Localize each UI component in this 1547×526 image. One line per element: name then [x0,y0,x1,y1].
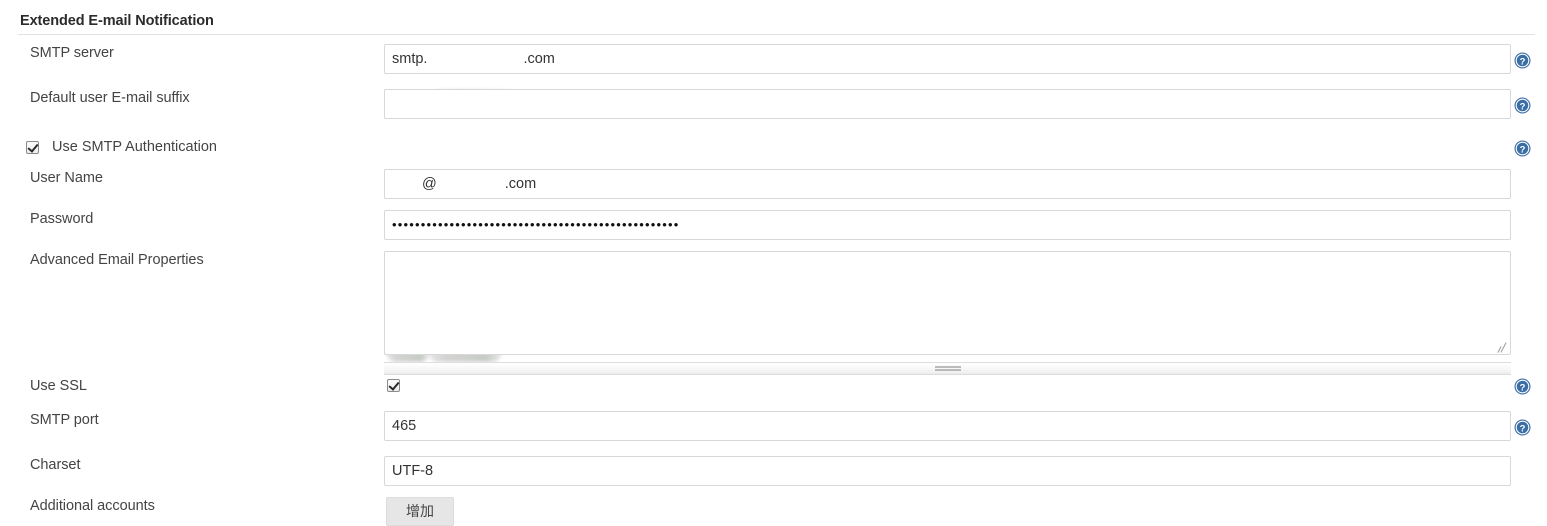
help-circle-icon[interactable]: ? [1514,378,1531,395]
resize-handle-icon[interactable] [1495,341,1507,353]
use-smtp-auth-checkbox[interactable] [26,141,39,154]
user-name-value-suffix: .com [504,176,537,192]
help-circle-icon[interactable]: ? [1514,52,1531,69]
label-use-smtp-auth: Use SMTP Authentication [52,139,217,155]
smtp-port-input[interactable]: 465 [384,411,1511,441]
label-charset: Charset [30,457,81,473]
svg-text:?: ? [1520,56,1526,67]
add-account-button[interactable]: 增加 [386,497,454,526]
smtp-server-value-suffix: .com [523,51,555,67]
label-use-ssl: Use SSL [30,378,87,394]
label-additional-accounts: Additional accounts [30,498,155,514]
settings-panel: Extended E-mail Notification SMTP server… [0,0,1547,526]
label-default-suffix: Default user E-mail suffix [30,90,190,106]
label-password: Password [30,211,94,227]
user-name-at-symbol: @ [422,176,437,192]
drag-grip-icon [934,366,961,371]
help-circle-icon[interactable]: ? [1514,140,1531,157]
use-ssl-checkbox[interactable] [387,379,400,392]
help-circle-icon[interactable]: ? [1514,419,1531,436]
svg-text:?: ? [1520,382,1526,393]
password-input[interactable]: ••••••••••••••••••••••••••••••••••••••••… [384,210,1511,240]
smtp-server-value-prefix: smtp. [392,51,428,67]
page-title: Extended E-mail Notification [20,13,214,29]
svg-text:?: ? [1520,423,1526,434]
user-name-input[interactable]: @ .com [384,169,1511,199]
label-advanced-email-properties: Advanced Email Properties [30,252,204,268]
label-smtp-port: SMTP port [30,412,99,428]
smtp-server-input[interactable]: smtp. .com [384,44,1511,74]
default-suffix-input[interactable] [384,89,1511,119]
charset-input[interactable]: UTF-8 [384,456,1511,486]
help-circle-icon[interactable]: ? [1514,97,1531,114]
section-divider [18,34,1535,35]
advanced-email-properties-textarea[interactable] [384,251,1511,355]
svg-text:?: ? [1520,144,1526,155]
label-user-name: User Name [30,170,103,186]
panel-drag-grip[interactable] [384,362,1511,375]
svg-text:?: ? [1520,101,1526,112]
label-smtp-server: SMTP server [30,45,114,61]
